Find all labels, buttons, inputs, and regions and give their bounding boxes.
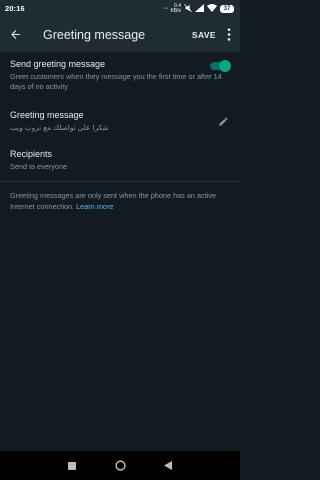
battery-indicator: 37 [220, 4, 234, 13]
signal-icon [195, 3, 204, 14]
system-nav-bar [0, 451, 240, 480]
wifi-icon [207, 3, 217, 14]
pencil-icon[interactable] [218, 114, 229, 126]
recipients-value: Send to everyone [10, 162, 68, 171]
status-bar: 20:16 ··· 0.4 KB/s 37 [0, 0, 240, 17]
status-icons: ··· 0.4 KB/s 37 [163, 3, 234, 14]
connection-note: Greeting messages are only sent when the… [10, 190, 232, 212]
speed-indicator: 0.4 KB/s [170, 3, 181, 14]
send-greeting-row[interactable]: Send greeting message Greet customers wh… [0, 59, 240, 92]
greeting-message-row[interactable]: Greeting message شكرا على تواصلك مع تروب… [0, 110, 240, 133]
recipients-row[interactable]: Recipients Send to everyone [0, 149, 240, 172]
send-greeting-title: Send greeting message [10, 59, 106, 69]
back-icon[interactable] [158, 456, 178, 476]
more-vertical-icon[interactable] [226, 27, 232, 43]
silent-icon [184, 3, 192, 14]
home-icon[interactable] [110, 456, 130, 476]
save-button[interactable]: SAVE [192, 30, 216, 40]
app-bar: Greeting message SAVE [0, 17, 240, 52]
speed-unit: KB/s [170, 7, 181, 14]
dots-icon: ··· [163, 5, 168, 12]
page-title: Greeting message [43, 27, 146, 42]
status-time: 20:16 [5, 4, 25, 13]
recipients-title: Recipients [10, 149, 53, 159]
learn-more-link[interactable]: Learn more [76, 202, 113, 211]
greeting-message-title: Greeting message [10, 110, 84, 120]
greeting-message-value: شكرا على تواصلك مع تروب ويب [10, 123, 109, 132]
divider [0, 181, 240, 182]
recents-icon[interactable] [62, 456, 82, 476]
arrow-left-icon[interactable] [9, 27, 25, 43]
toggle-knob [219, 60, 231, 72]
send-greeting-toggle[interactable] [210, 60, 231, 72]
send-greeting-description: Greet customers when they message you th… [10, 72, 222, 91]
